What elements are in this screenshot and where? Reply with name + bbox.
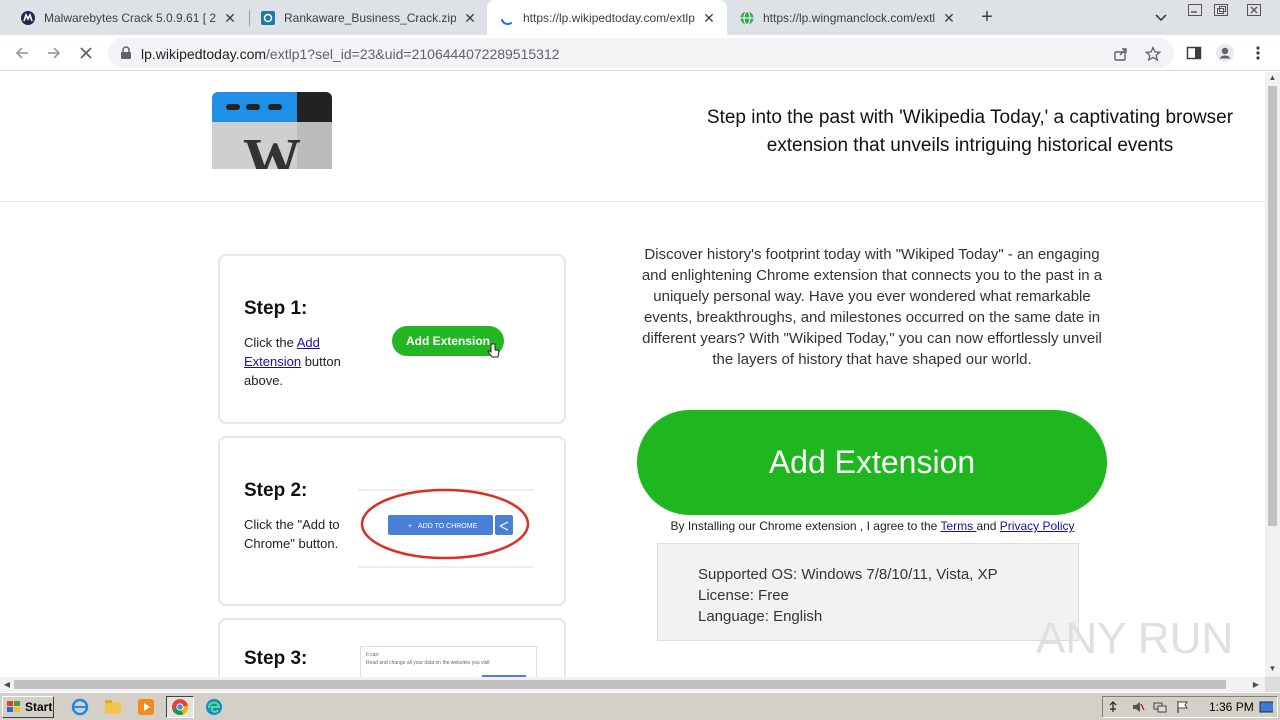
minimize-button[interactable] — [1184, 2, 1206, 18]
system-tray: 1:36 PM — [1102, 696, 1278, 718]
horizontal-scrollbar[interactable]: ◀ ▶ — [0, 677, 1265, 692]
extension-description: Discover history's footprint today with … — [641, 246, 1103, 368]
menu-kebab-icon[interactable] — [1248, 43, 1268, 63]
step-2-text: Click the "Add to Chrome" button. — [244, 517, 340, 551]
add-extension-button[interactable]: Add Extension — [637, 410, 1107, 515]
mediafire-favicon-icon — [260, 10, 276, 26]
scrollbar-corner — [1265, 677, 1280, 692]
supported-os: Supported OS: Windows 7/8/10/11, Vista, … — [698, 566, 998, 583]
consent-text: By Installing our Chrome extension , I a… — [600, 519, 1145, 533]
tab-title: Rankaware_Business_Crack.zip - Mi — [284, 10, 456, 25]
step-2-card: Step 2: Click the "Add to Chrome" button… — [218, 436, 566, 606]
network-icon[interactable] — [1153, 700, 1167, 714]
profile-avatar-icon[interactable] — [1215, 43, 1235, 63]
url-path: /extlp1?sel_id=23&uid=210644407228951531… — [266, 46, 560, 62]
taskbar-clock[interactable]: 1:36 PM — [1209, 700, 1254, 714]
tab-title: https://lp.wikipedtoday.com/extlp1? — [523, 10, 695, 25]
step-1-card: Step 1: Click the Add Extension button a… — [218, 254, 566, 424]
consent-and: and — [976, 519, 1000, 533]
vertical-scroll-thumb[interactable] — [1268, 86, 1277, 526]
step-2-title: Step 2: — [244, 480, 308, 501]
tab-rankaware[interactable]: Rankaware_Business_Crack.zip - Mi ✕ — [248, 0, 488, 35]
file-explorer-icon[interactable] — [99, 696, 127, 718]
tab-strip: Malwarebytes Crack 5.0.9.61 [ 2023 ✕ Ran… — [0, 0, 1280, 35]
step-3-permission-illustration: It can: Read and change all your data on… — [360, 646, 537, 677]
scroll-left-arrow-icon[interactable]: ◀ — [3, 680, 11, 689]
tray-expand-icon[interactable] — [1108, 700, 1122, 714]
tab-malwarebytes[interactable]: Malwarebytes Crack 5.0.9.61 [ 2023 ✕ — [8, 0, 248, 35]
step-3-preview-title: It can: — [366, 652, 380, 658]
step-3-title: Step 3: — [244, 648, 308, 669]
scroll-right-arrow-icon[interactable]: ▶ — [1252, 680, 1260, 689]
browser-toolbar: lp.wikipedtoday.com/extlp1?sel_id=23&uid… — [0, 35, 1280, 71]
share-icon[interactable] — [1112, 45, 1130, 63]
lock-icon[interactable] — [120, 46, 132, 60]
bookmark-star-icon[interactable] — [1144, 45, 1162, 63]
side-panel-icon[interactable] — [1184, 43, 1204, 63]
header-divider — [0, 201, 1265, 202]
start-label: Start — [25, 700, 53, 714]
stop-loading-icon[interactable] — [75, 42, 97, 64]
forward-arrow-icon[interactable] — [43, 42, 65, 64]
privacy-policy-link[interactable]: Privacy Policy — [1000, 519, 1075, 533]
tab-close-icon[interactable]: ✕ — [462, 10, 478, 26]
tab-close-icon[interactable]: ✕ — [222, 10, 238, 26]
page-viewport: W Step into the past with 'Wikipedia Tod… — [0, 72, 1265, 677]
url-host: lp.wikipedtoday.com — [141, 46, 267, 62]
extension-info-box: Supported OS: Windows 7/8/10/11, Vista, … — [657, 543, 1079, 641]
add-to-chrome-label: ADD TO CHROME — [418, 523, 478, 530]
windows-taskbar: Start 1:36 PM — [0, 692, 1280, 720]
chrome-taskbar-icon[interactable] — [166, 696, 194, 718]
tab-wingmanclock[interactable]: https://lp.wingmanclock.com/extlp1? ✕ — [727, 0, 967, 35]
scroll-down-arrow-icon[interactable]: ▼ — [1268, 665, 1277, 673]
consent-before: By Installing our Chrome extension , I a… — [670, 519, 941, 533]
step-1-text: Click the Add Extension button above. — [244, 333, 344, 390]
step-3-card: Step 3: It can: Read and change all your… — [218, 618, 566, 677]
tab-close-icon[interactable]: ✕ — [941, 10, 957, 26]
tab-search-chevron-icon[interactable] — [1152, 8, 1170, 26]
tab-close-icon[interactable]: ✕ — [701, 10, 717, 26]
close-window-button[interactable] — [1243, 2, 1265, 18]
back-arrow-icon[interactable] — [11, 42, 33, 64]
start-button[interactable]: Start — [2, 696, 54, 718]
malwarebytes-favicon-icon — [20, 10, 36, 26]
show-desktop-icon[interactable] — [1259, 700, 1273, 714]
hand-cursor-icon — [487, 343, 500, 358]
page-tagline: Step into the past with 'Wikipedia Today… — [706, 107, 1234, 156]
loading-spinner-icon — [499, 10, 515, 26]
wikipedia-today-logo: W — [212, 92, 332, 169]
step-1-text-before: Click the — [244, 335, 297, 350]
scroll-up-arrow-icon[interactable]: ▲ — [1268, 74, 1277, 82]
tab-title: Malwarebytes Crack 5.0.9.61 [ 2023 — [44, 10, 216, 25]
restore-button[interactable] — [1210, 2, 1232, 18]
watermark-text: ANY RUN — [1036, 614, 1233, 663]
logo-letter: W — [243, 126, 301, 169]
step-2-add-to-chrome-illustration: + ADD TO CHROME — [358, 488, 534, 568]
url-text: lp.wikipedtoday.com/extlp1?sel_id=23&uid… — [141, 46, 560, 62]
globe-icon — [739, 10, 755, 26]
windows-logo-icon — [7, 701, 20, 712]
language: Language: English — [698, 608, 823, 625]
edge-taskbar-icon[interactable] — [200, 696, 228, 718]
internet-explorer-icon[interactable] — [66, 696, 94, 718]
address-bar[interactable]: lp.wikipedtoday.com/extlp1?sel_id=23&uid… — [108, 38, 1174, 68]
license: License: Free — [698, 587, 789, 604]
svg-text:+: + — [408, 523, 412, 530]
step-3-preview-text: Read and change all your data on the web… — [366, 660, 490, 666]
tab-wikipedtoday[interactable]: https://lp.wikipedtoday.com/extlp1? ✕ — [487, 0, 727, 35]
volume-icon[interactable] — [1131, 700, 1145, 714]
horizontal-scroll-thumb[interactable] — [14, 680, 1226, 689]
anyrun-watermark: ANY RUN — [1036, 614, 1233, 663]
tab-title: https://lp.wingmanclock.com/extlp1? — [763, 10, 935, 25]
terms-link[interactable]: Terms — [940, 519, 976, 533]
new-tab-button[interactable]: + — [976, 6, 998, 28]
vertical-scrollbar[interactable]: ▲ ▼ — [1265, 72, 1280, 677]
step-1-title: Step 1: — [244, 298, 308, 319]
action-center-flag-icon[interactable] — [1175, 700, 1189, 714]
media-player-icon[interactable] — [132, 696, 160, 718]
